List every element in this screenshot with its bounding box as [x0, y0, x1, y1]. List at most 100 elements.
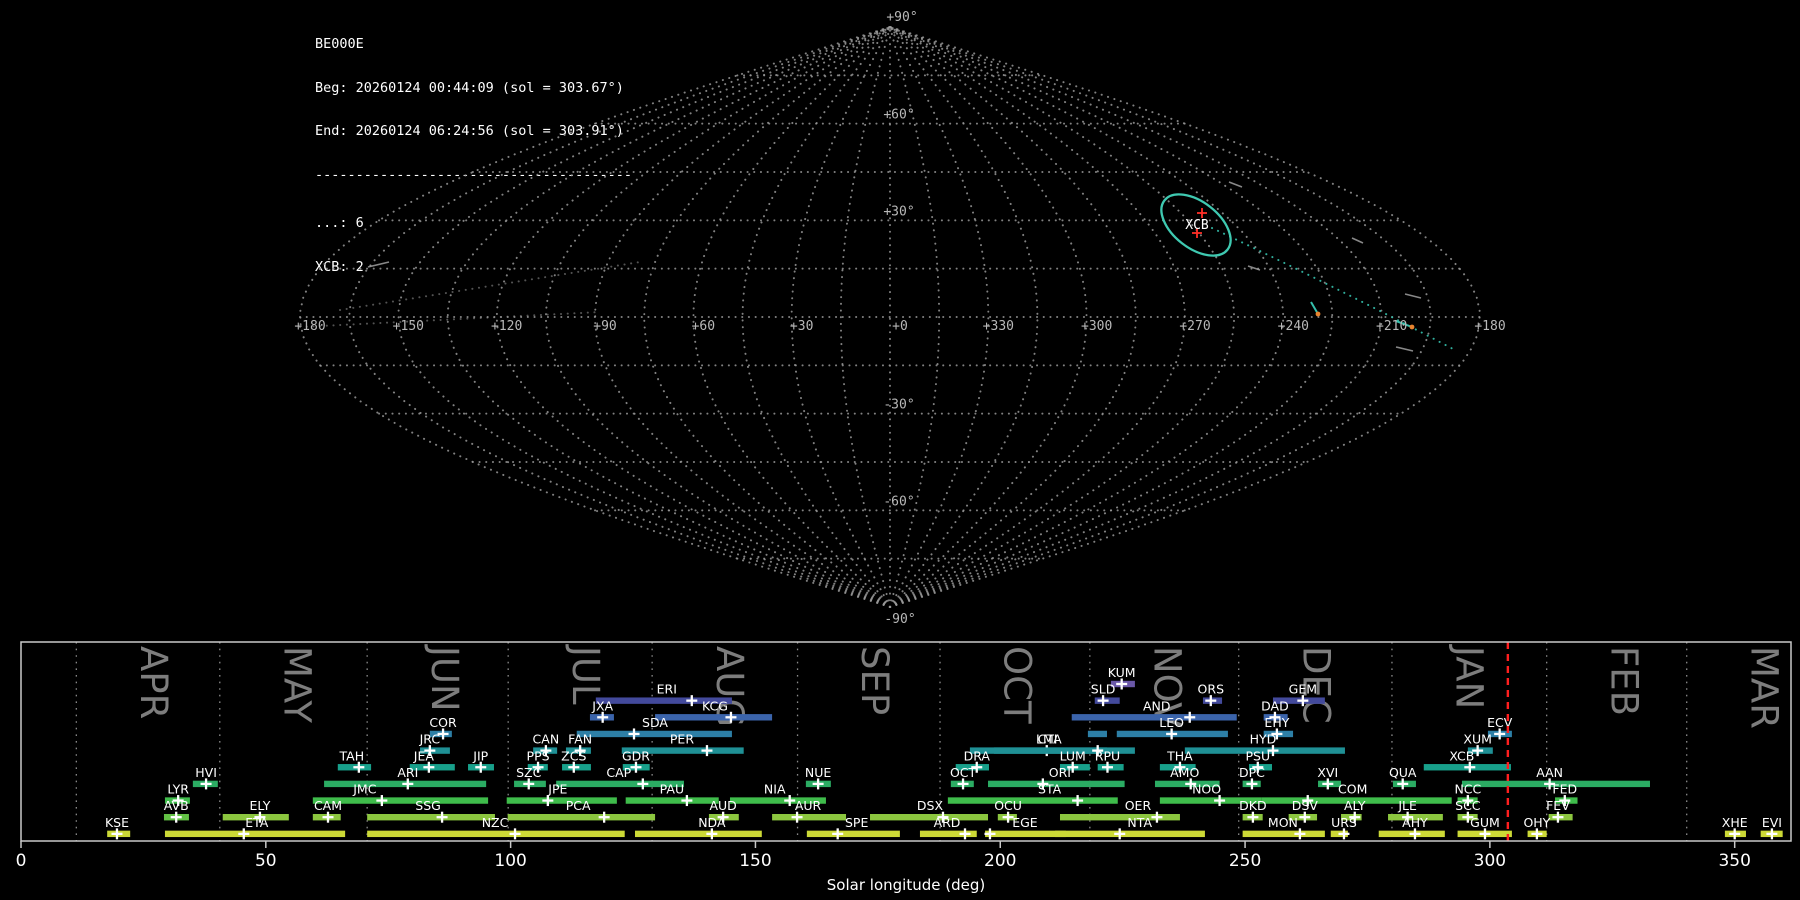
shower-activity-bar [985, 830, 1066, 838]
axis-tick-label: 50 [255, 851, 277, 871]
shower-activity-bar [367, 830, 625, 838]
shower-code-label: AHY [1402, 815, 1428, 830]
shower-activity-bar [507, 814, 656, 821]
shower-code-label: NCC [1454, 782, 1481, 797]
shower-code-label: KSE [105, 815, 129, 830]
shower-EVI: EVI [1760, 815, 1783, 840]
axis-tick-label: 350 [1718, 851, 1750, 871]
peak-marker [1552, 811, 1564, 823]
month-label: MAY [275, 646, 318, 723]
shower-code-label: SLD [1091, 682, 1116, 697]
shower-code-label: ZCS [561, 748, 586, 763]
shower-code-label: COM [1338, 782, 1367, 797]
shower-code-label: DSV [1292, 798, 1319, 813]
shower-code-label: OER [1125, 798, 1152, 813]
month-label: JUN [423, 644, 466, 712]
peak-marker [1479, 828, 1491, 840]
shower-code-label: JIP [472, 748, 488, 763]
axis-tick-label: 150 [739, 851, 771, 871]
peak-marker [475, 761, 487, 773]
month-label: APR [132, 646, 175, 719]
shower-JXA: JXA [589, 698, 614, 723]
shower-code-label: SPE [845, 815, 868, 830]
xcb-radiant-label: XCB [1185, 218, 1209, 233]
shower-code-label: MON [1268, 815, 1298, 830]
longitude-label: +180 [294, 319, 325, 334]
longitude-label: +150 [393, 319, 424, 334]
peak-marker [784, 795, 796, 807]
shower-EGE: EGE [984, 815, 1066, 840]
longitude-label: +300 [1081, 319, 1112, 334]
radiant-cross-marker [1197, 208, 1207, 218]
shower-code-label: ORS [1198, 682, 1225, 697]
shower-code-label: EGE [1012, 815, 1038, 830]
sporadic-meteor-dash [1351, 237, 1364, 244]
sporadic-meteor-dash [1395, 346, 1414, 352]
shower-code-label: NTA [1127, 815, 1152, 830]
longitude-label: +90 [593, 319, 616, 334]
latitude-label: -30° [883, 398, 914, 413]
peak-marker [402, 778, 414, 790]
shower-activity-bar [1071, 714, 1237, 721]
month-label: OCT [996, 646, 1039, 724]
peak-marker [1114, 828, 1126, 840]
peak-marker [1766, 828, 1778, 840]
shower-code-label: ELY [250, 798, 271, 813]
month-label: SEP [853, 646, 896, 715]
peak-marker [238, 828, 250, 840]
shower-activity-bar [576, 730, 732, 738]
south-pole-label: -90° [884, 612, 915, 627]
peak-marker [630, 761, 642, 773]
meteor-endpoint-dot [1409, 324, 1415, 330]
shower-code-label: OCU [994, 798, 1022, 813]
shower-code-label: EHY [1264, 715, 1289, 730]
shower-ORS: ORS [1198, 682, 1225, 707]
faint-track-line [299, 311, 601, 328]
shower-code-label: NDA [698, 815, 726, 830]
shower-code-label: ERI [657, 682, 677, 697]
shower-code-label: ARD [934, 815, 961, 830]
shower-code-label: SDA [642, 715, 668, 730]
shower-KSE: KSE [105, 815, 131, 840]
shower-code-label: DRA [964, 748, 991, 763]
shower-code-label: CAM [314, 798, 342, 813]
shower-code-label: JLE [1397, 798, 1417, 813]
shower-code-label: PER [670, 732, 694, 747]
shower-code-label: GEM [1289, 682, 1317, 697]
shower-code-label: LYR [167, 782, 189, 797]
shower-code-label: ORI [1049, 765, 1071, 780]
shower-code-label: LUM [1060, 748, 1086, 763]
shower-activity-bar [1087, 730, 1107, 738]
longitude-label: +60 [692, 319, 715, 334]
axis-tick-label: 0 [16, 851, 27, 871]
peak-marker [436, 811, 448, 823]
shower-code-label: JXA [591, 698, 613, 713]
shower-code-label: URS [1331, 815, 1357, 830]
axis-tick-label: 100 [494, 851, 526, 871]
shower-code-label: DAD [1261, 698, 1289, 713]
peak-marker [1072, 795, 1084, 807]
shower-code-label: ETA [245, 815, 269, 830]
sporadic-meteor-dash [367, 261, 390, 268]
peak-marker [1151, 811, 1163, 823]
meridian-line [545, 26, 891, 608]
shower-CAM: CAM [312, 798, 342, 823]
shower-activity-bar [655, 714, 773, 721]
longitude-label: +330 [983, 319, 1014, 334]
axis-tick-label: 250 [1229, 851, 1261, 871]
axis-tick-label: 300 [1474, 851, 1506, 871]
peak-marker [1299, 811, 1311, 823]
peak-marker [957, 778, 969, 790]
peak-marker [1338, 828, 1350, 840]
shower-code-label: AND [1143, 698, 1171, 713]
shower-DPC: DPC [1239, 765, 1265, 790]
shower-OCT: OCT [950, 765, 977, 790]
peak-marker [686, 695, 698, 707]
shower-code-label: PCA [566, 798, 591, 813]
shower-activity-bar [772, 814, 847, 821]
activity-timeline-chart: APR MAY JUN JUL AUG SEP OCT NOV DEC JAN FEB MARKUME… [16, 641, 1792, 894]
shower-code-label: JMC [352, 782, 376, 797]
peak-marker [812, 778, 824, 790]
shower-activity-bar [806, 830, 900, 838]
shower-OHY: OHY [1523, 815, 1551, 840]
